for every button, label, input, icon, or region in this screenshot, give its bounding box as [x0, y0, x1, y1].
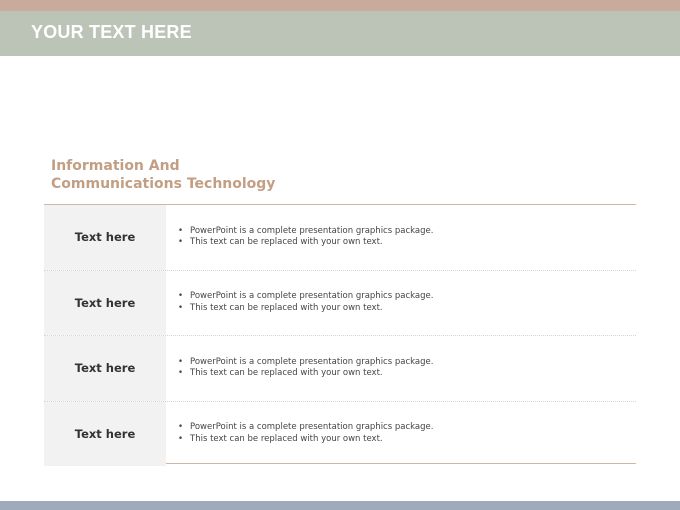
- bullet-list: • PowerPoint is a complete presentation g…: [178, 357, 636, 380]
- slide-title: YOUR TEXT HERE: [31, 22, 192, 42]
- bullet-list: • PowerPoint is a complete presentation g…: [178, 226, 636, 249]
- bullet-text: PowerPoint is a complete presentation gr…: [190, 422, 434, 433]
- bullet-list: • PowerPoint is a complete presentation g…: [178, 422, 636, 445]
- bullet-icon: •: [178, 356, 184, 367]
- bullet-text: This text can be replaced with your own …: [190, 302, 383, 313]
- top-accent-strip: [0, 0, 680, 11]
- bullet-item: • This text can be replaced with your own…: [178, 237, 636, 249]
- bullet-icon: •: [178, 302, 184, 313]
- bullet-list: • PowerPoint is a complete presentation g…: [178, 291, 636, 314]
- bullet-item: • PowerPoint is a complete presentation g…: [178, 357, 636, 369]
- bullet-item: • PowerPoint is a complete presentation g…: [178, 226, 636, 238]
- row-body: • PowerPoint is a complete presentation g…: [166, 336, 636, 401]
- row-label: Text here: [44, 336, 166, 401]
- bullet-item: • This text can be replaced with your own…: [178, 368, 636, 380]
- bullet-text: PowerPoint is a complete presentation gr…: [190, 356, 434, 367]
- section-heading-line-2: Communications Technology: [51, 176, 276, 192]
- table-row: Text here • PowerPoint is a complete pres…: [44, 205, 636, 270]
- row-label: Text here: [44, 205, 166, 270]
- bullet-item: • This text can be replaced with your own…: [178, 303, 636, 315]
- bullet-icon: •: [178, 433, 184, 444]
- info-table: Text here • PowerPoint is a complete pres…: [44, 204, 636, 467]
- row-body: • PowerPoint is a complete presentation g…: [166, 271, 636, 336]
- table-row: Text here • PowerPoint is a complete pres…: [44, 335, 636, 401]
- bullet-text: This text can be replaced with your own …: [190, 368, 383, 379]
- bullet-icon: •: [178, 225, 184, 236]
- table-row: Text here • PowerPoint is a complete pres…: [44, 400, 636, 467]
- bullet-text: This text can be replaced with your own …: [190, 237, 383, 248]
- bullet-icon: •: [178, 291, 184, 302]
- bullet-text: PowerPoint is a complete presentation gr…: [190, 291, 434, 302]
- bullet-icon: •: [178, 368, 184, 379]
- row-body: • PowerPoint is a complete presentation g…: [166, 402, 636, 467]
- bullet-icon: •: [178, 422, 184, 433]
- table-row: Text here • PowerPoint is a complete pres…: [44, 269, 636, 336]
- row-label: Text here: [44, 270, 166, 335]
- bullet-item: • PowerPoint is a complete presentation g…: [178, 291, 636, 303]
- bullet-item: • PowerPoint is a complete presentation g…: [178, 422, 636, 434]
- row-body: • PowerPoint is a complete presentation g…: [166, 205, 636, 270]
- bullet-text: This text can be replaced with your own …: [190, 433, 383, 444]
- bullet-icon: •: [178, 237, 184, 248]
- section-heading-line-1: Information And: [51, 158, 180, 174]
- bullet-text: PowerPoint is a complete presentation gr…: [190, 225, 434, 236]
- section-heading: Information And Communications Technolog…: [51, 157, 275, 193]
- row-label: Text here: [44, 401, 166, 466]
- bullet-item: • This text can be replaced with your own…: [178, 434, 636, 446]
- bottom-accent-strip: [0, 501, 680, 510]
